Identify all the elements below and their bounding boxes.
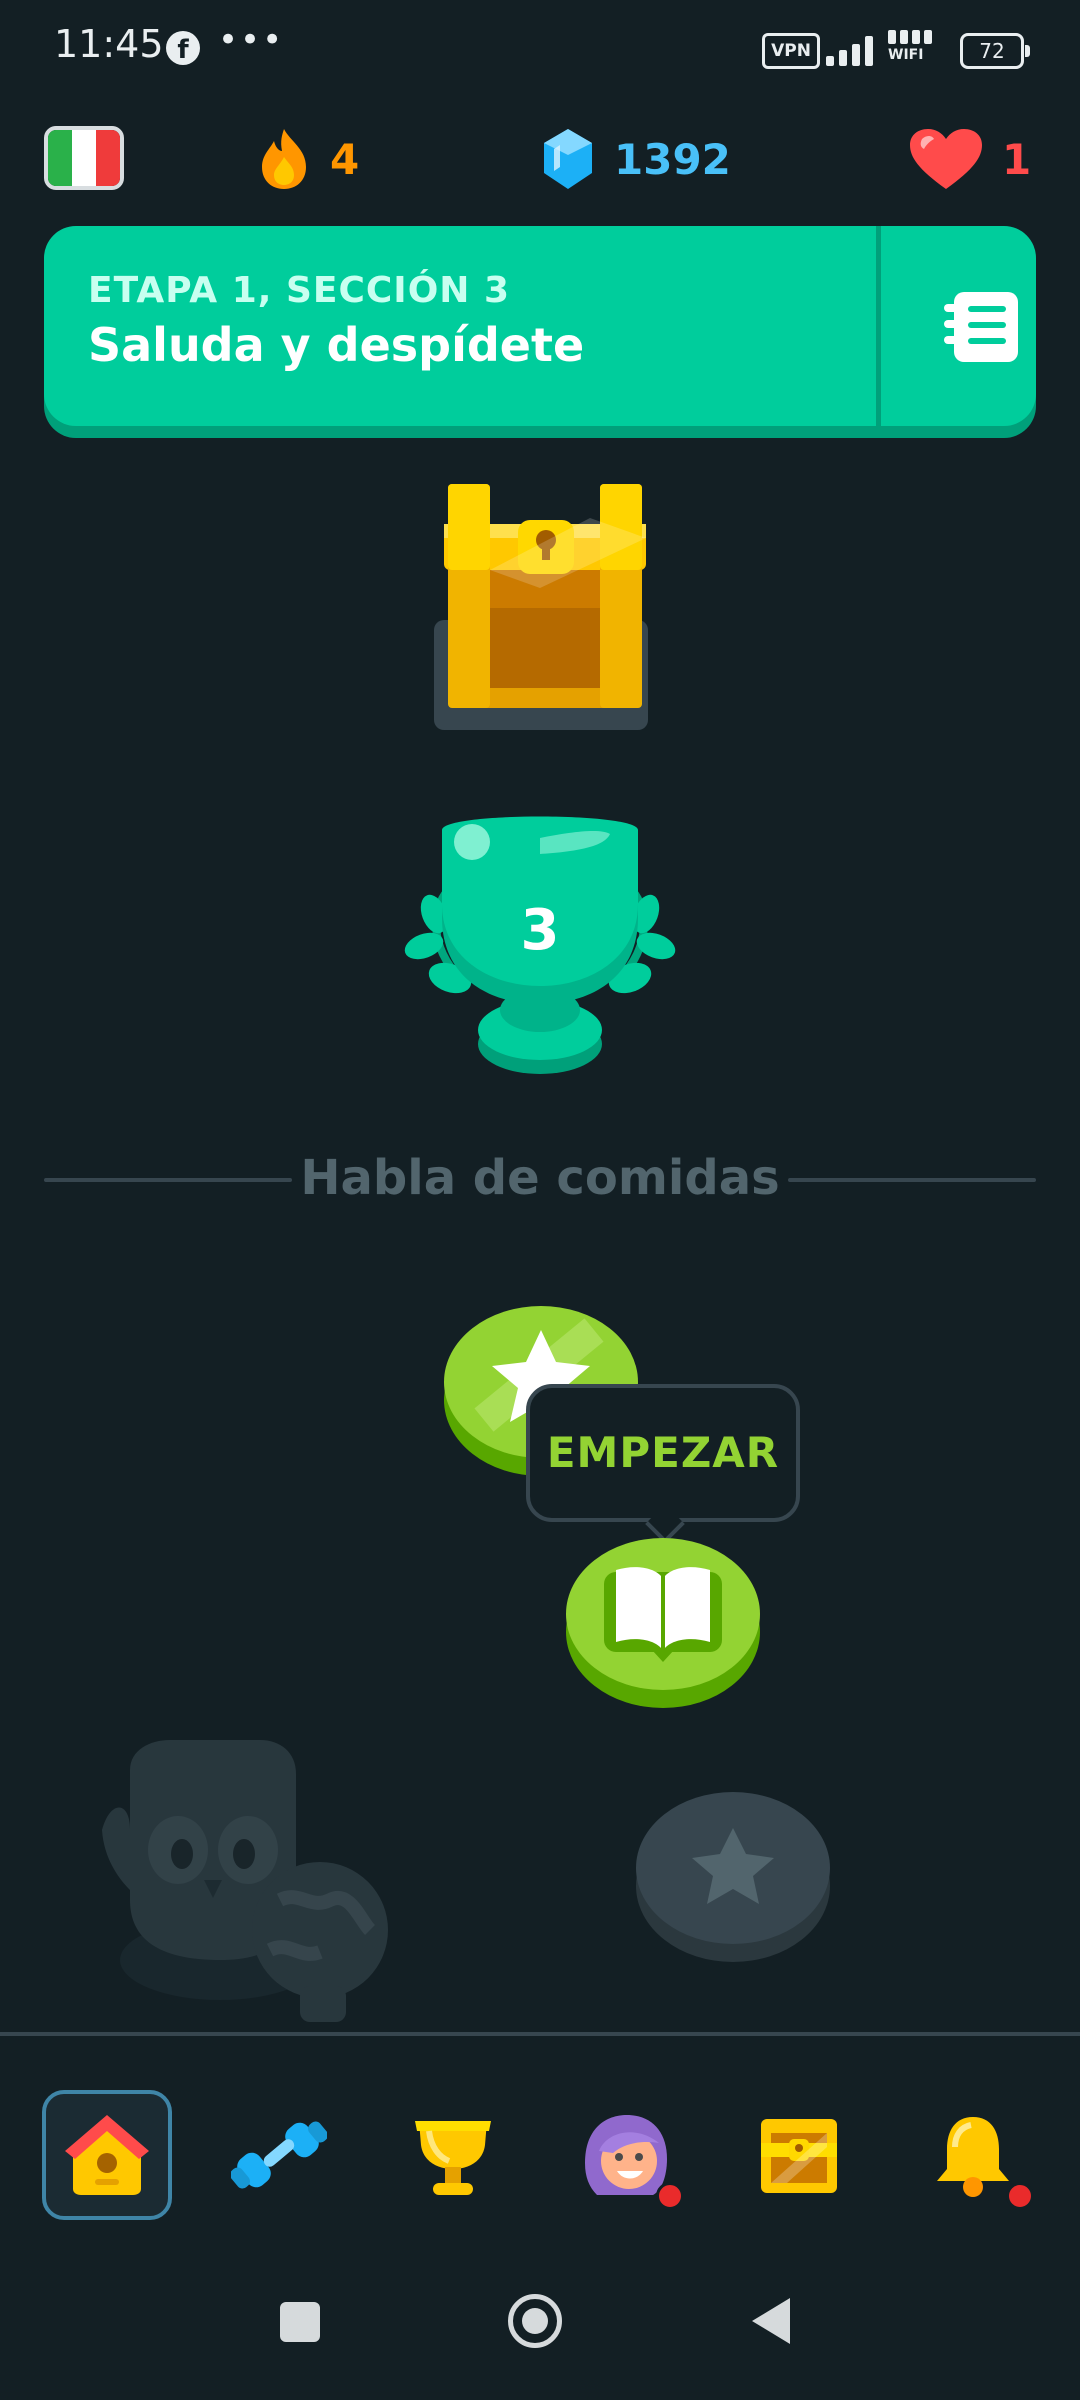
section-title: Habla de comidas bbox=[300, 1150, 780, 1206]
recent-apps-button[interactable] bbox=[280, 2302, 320, 2342]
course-flag-button[interactable] bbox=[44, 126, 124, 190]
trophy-icon bbox=[415, 2121, 491, 2195]
signal-icon bbox=[826, 34, 873, 66]
nav-profile[interactable] bbox=[560, 2090, 690, 2220]
section-divider-left bbox=[44, 1178, 292, 1182]
nav-practice[interactable] bbox=[214, 2090, 344, 2220]
unit-stage-label: ETAPA 1, SECCIÓN 3 bbox=[88, 270, 511, 311]
current-lesson-node[interactable] bbox=[566, 1532, 760, 1712]
book-icon bbox=[604, 1567, 722, 1662]
unit-banner[interactable]: ETAPA 1, SECCIÓN 3 Saluda y despídete bbox=[44, 226, 1036, 426]
home-icon bbox=[65, 2115, 149, 2195]
gem-icon bbox=[544, 129, 592, 189]
heart-count: 1 bbox=[1002, 134, 1032, 184]
flame-icon bbox=[262, 129, 306, 189]
battery-indicator: 72 bbox=[960, 33, 1030, 69]
dumbbell-icon bbox=[231, 2121, 327, 2189]
heart-icon bbox=[910, 129, 982, 189]
nav-home[interactable] bbox=[42, 2090, 172, 2220]
status-time: 11:45 bbox=[54, 22, 164, 66]
start-tooltip[interactable]: EMPEZAR bbox=[526, 1384, 800, 1522]
treasure-chest-icon bbox=[761, 2119, 837, 2193]
hearts-counter[interactable]: 1 bbox=[908, 124, 1031, 194]
notification-dot bbox=[656, 2182, 684, 2210]
nav-leaderboard[interactable] bbox=[388, 2090, 518, 2220]
streak-count: 4 bbox=[330, 134, 360, 184]
banner-divider bbox=[876, 226, 881, 426]
notification-dot bbox=[1006, 2182, 1034, 2210]
gems-counter[interactable]: 1392 bbox=[540, 124, 731, 194]
trophy-level-number: 3 bbox=[520, 898, 560, 963]
home-system-button[interactable] bbox=[508, 2294, 562, 2348]
guidebook-icon[interactable] bbox=[924, 276, 1032, 376]
bottom-navigation bbox=[0, 2032, 1080, 2236]
status-bar: 11:45 f ••• VPN WIFI 72 bbox=[0, 0, 1080, 100]
locked-star-node[interactable] bbox=[636, 1786, 830, 1966]
streak-counter[interactable]: 4 bbox=[256, 124, 359, 194]
nav-notifications[interactable] bbox=[908, 2090, 1038, 2220]
more-notifications-icon: ••• bbox=[218, 20, 285, 60]
wifi-icon: WIFI bbox=[888, 30, 932, 62]
vpn-badge: VPN bbox=[762, 33, 820, 69]
wifi-label: WIFI bbox=[888, 47, 924, 63]
treasure-chest-node[interactable] bbox=[430, 478, 660, 738]
facebook-icon: f bbox=[166, 31, 200, 65]
nav-shop[interactable] bbox=[734, 2090, 864, 2220]
system-navigation-bar bbox=[0, 2232, 1080, 2400]
section-divider-right bbox=[788, 1178, 1036, 1182]
gem-count: 1392 bbox=[614, 134, 731, 184]
duo-owl-illustration bbox=[102, 1740, 388, 2022]
back-button[interactable] bbox=[750, 2296, 792, 2346]
unit-title: Saluda y despídete bbox=[88, 318, 585, 372]
